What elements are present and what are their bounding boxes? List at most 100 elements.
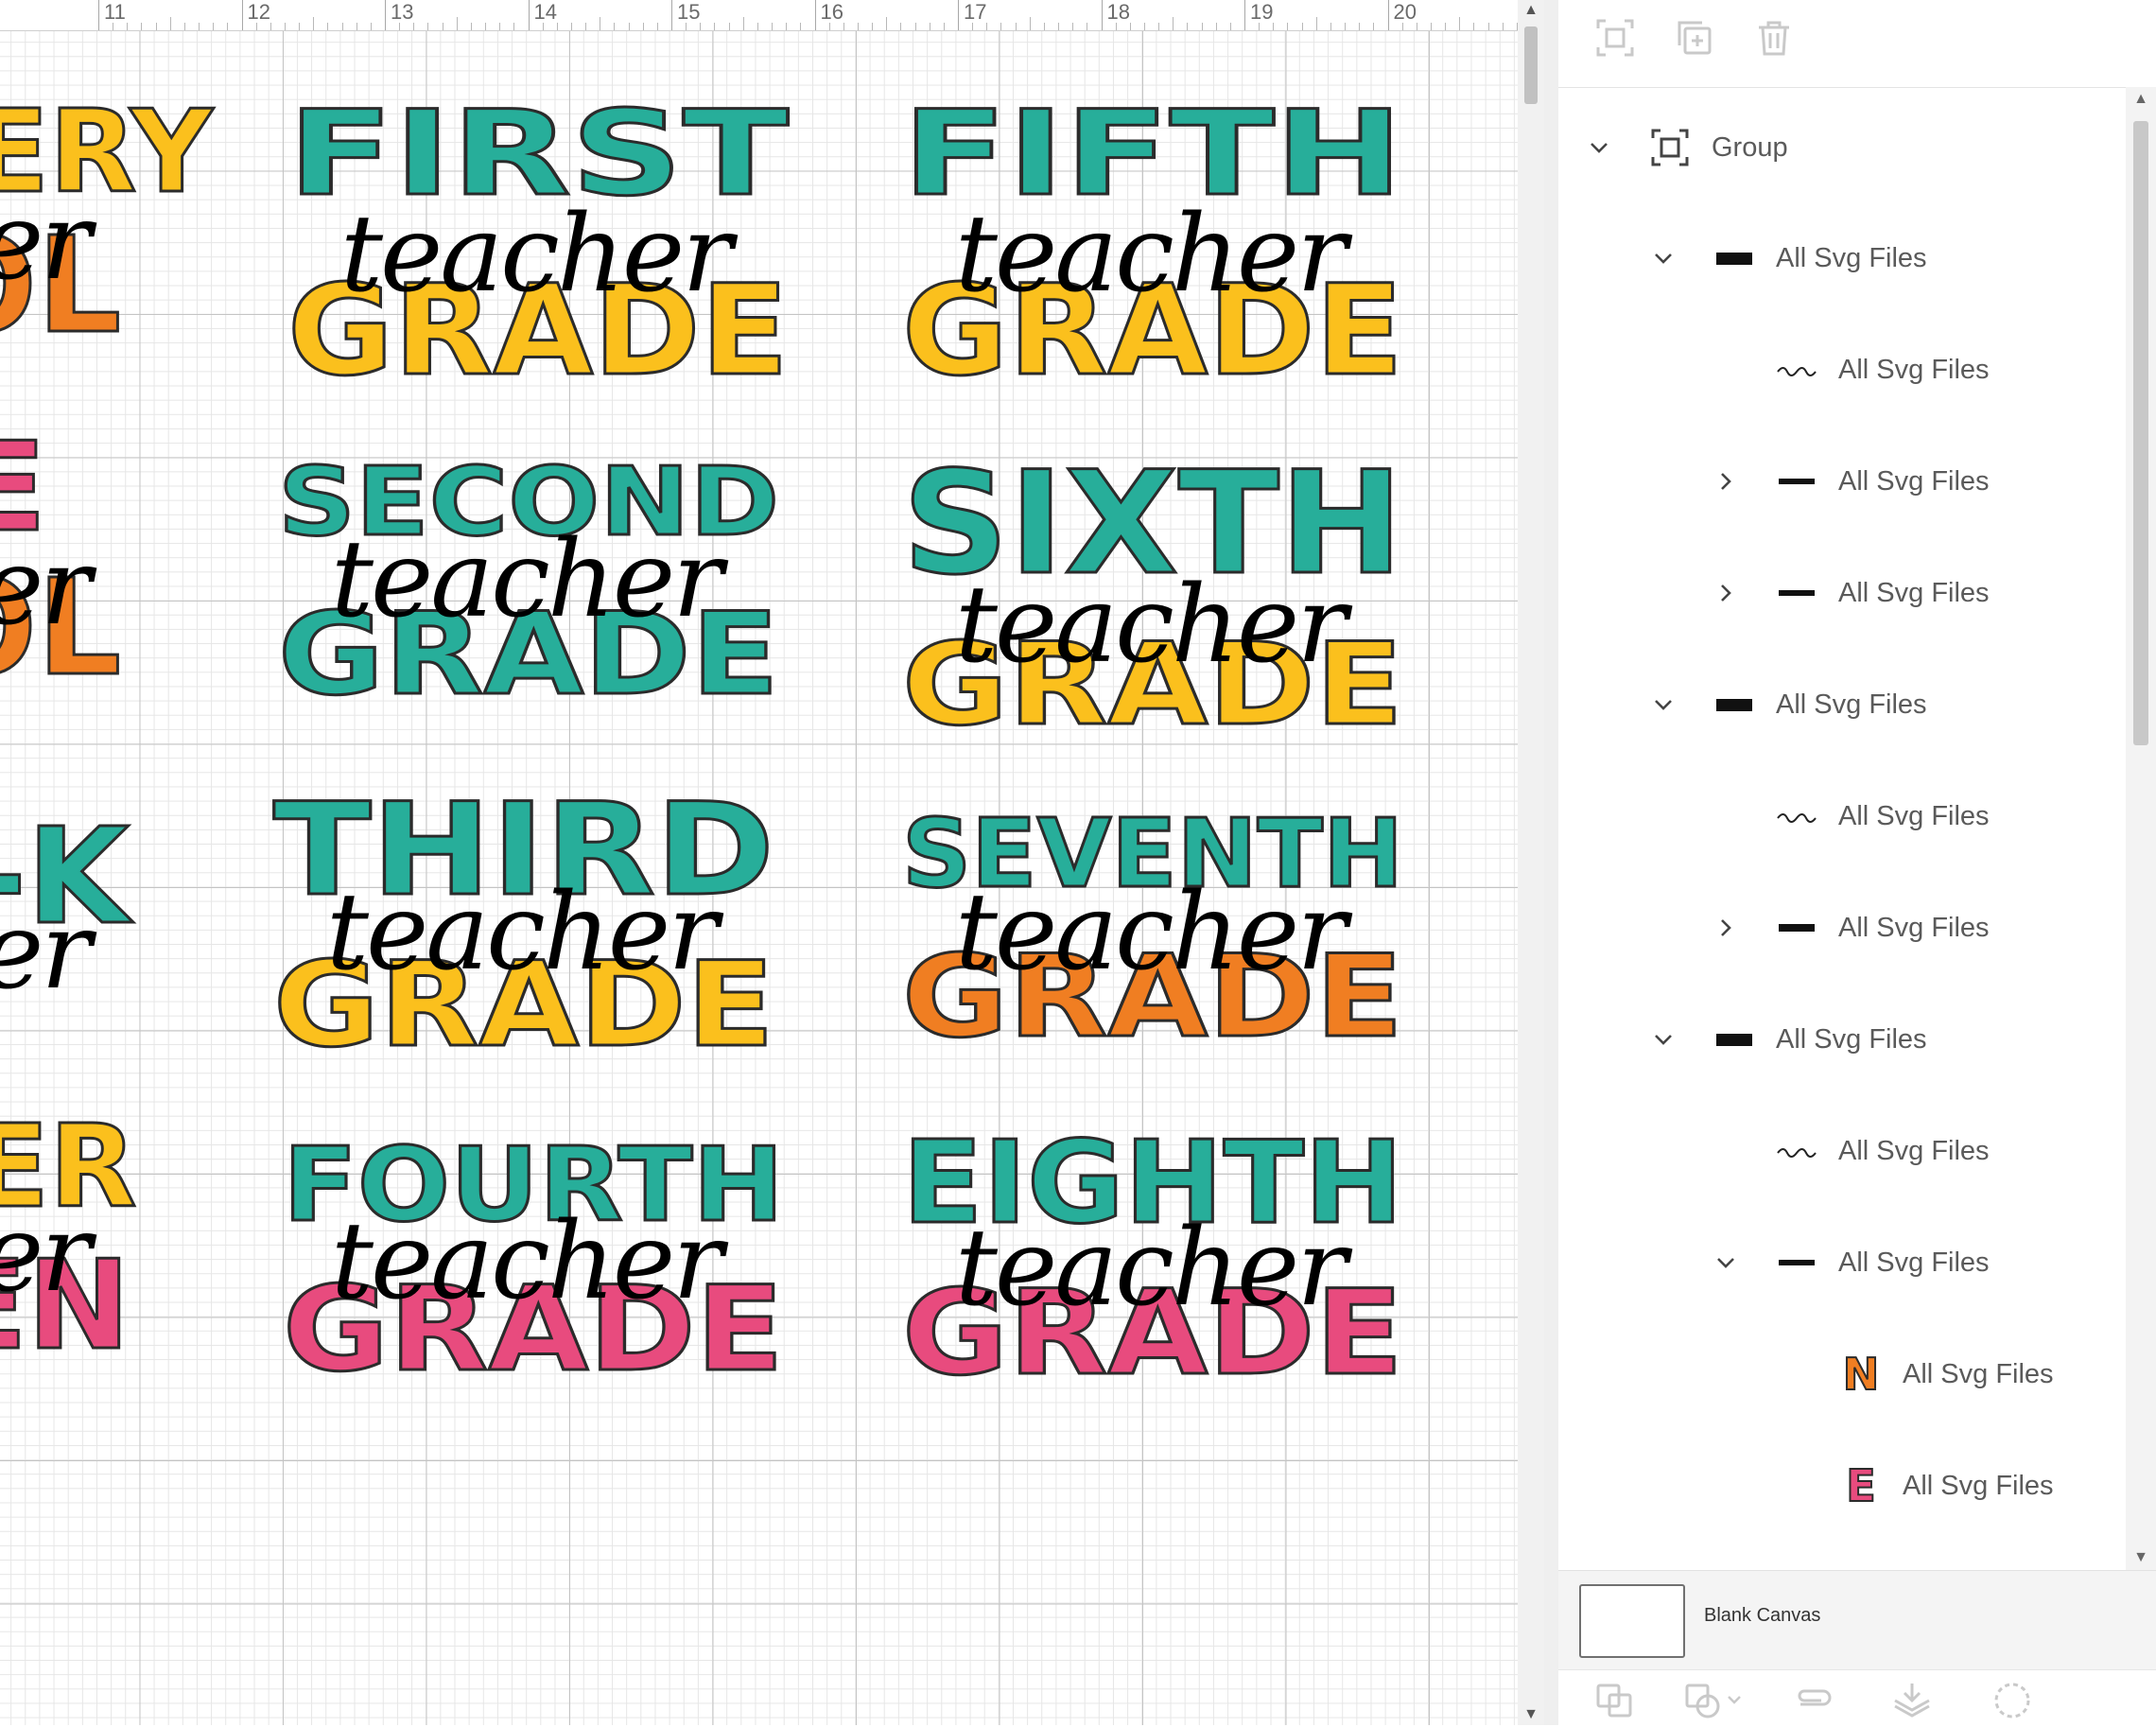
ruler-minor-tick: [1115, 23, 1117, 30]
ruler-minor-tick: [886, 17, 888, 30]
ruler-minor-tick: [1516, 23, 1518, 30]
ruler-minor-tick: [1373, 23, 1375, 30]
layer-label: All Svg Files: [1838, 1135, 1990, 1166]
ruler-minor-tick: [1043, 23, 1045, 30]
design-left-row3[interactable]: -K er: [0, 785, 189, 1088]
layer-label: All Svg Files: [1903, 1470, 2054, 1501]
layers-top-toolbar: [1558, 0, 2156, 88]
design-left-row4[interactable]: ER EN er: [0, 1097, 189, 1400]
canvas-scroll-thumb[interactable]: [1524, 26, 1538, 104]
canvas-settings-area: Blank Canvas: [1558, 1570, 2156, 1727]
letter-n-thumbnail: N: [1840, 1352, 1882, 1397]
chevron-right-icon[interactable]: [1713, 916, 1738, 940]
ruler-minor-tick: [413, 23, 415, 30]
layer-item[interactable]: All Svg Files: [1713, 341, 1990, 398]
layer-thumbnail: [1713, 693, 1755, 716]
layer-thumbnail: [1776, 358, 1817, 381]
ruler-minor-tick: [341, 23, 343, 30]
layer-item[interactable]: All Svg Files: [1713, 899, 1990, 956]
ruler-minor-tick: [313, 17, 315, 30]
ruler-minor-tick: [828, 23, 830, 30]
ruler-minor-tick: [556, 23, 558, 30]
design-fourth-grade[interactable]: FOURTH GRADE teacher: [279, 1116, 790, 1419]
chevron-down-icon[interactable]: [1713, 1250, 1738, 1275]
layer-label: All Svg Files: [1838, 1247, 1990, 1278]
layer-item[interactable]: All Svg Files: [1651, 676, 1927, 733]
layers-bottom-toolbar: [1558, 1669, 2156, 1727]
design-left-row1[interactable]: ERY OL er: [0, 76, 216, 378]
layer-item[interactable]: All Svg Files: [1651, 1011, 1927, 1068]
ruler-minor-tick: [614, 23, 616, 30]
chevron-right-icon[interactable]: [1713, 581, 1738, 605]
teacher-script: er: [0, 181, 92, 304]
layer-list: Group All Svg Files All Svg Files All Sv…: [1558, 87, 2126, 1570]
scroll-up-arrow-icon[interactable]: ▲: [2126, 91, 2156, 108]
design-sixth-grade[interactable]: SIXTH GRADE teacher: [898, 430, 1409, 753]
ruler-minor-tick: [499, 23, 501, 30]
slice-icon[interactable]: [1592, 1680, 1638, 1721]
chevron-down-icon[interactable]: [1651, 246, 1676, 270]
ruler-minor-tick: [255, 23, 257, 30]
ruler-minor-tick: [169, 17, 171, 30]
ruler-minor-tick: [843, 23, 844, 30]
duplicate-icon[interactable]: [1674, 17, 1715, 59]
chevron-down-icon[interactable]: [1587, 135, 1611, 160]
layer-item[interactable]: All Svg Files: [1713, 1234, 1990, 1291]
chevron-right-icon[interactable]: [1713, 469, 1738, 494]
layer-item[interactable]: All Svg Files: [1713, 1123, 1990, 1179]
attach-icon[interactable]: [1791, 1680, 1836, 1721]
ruler-minor-tick: [1287, 23, 1289, 30]
design-seventh-grade[interactable]: SEVENTH GRADE teacher: [898, 790, 1409, 1092]
layers-scrollbar[interactable]: ▲ ▼: [2126, 87, 2156, 1570]
flatten-icon[interactable]: [1889, 1680, 1935, 1721]
design-fifth-grade[interactable]: FIFTH GRADE teacher: [898, 80, 1409, 406]
layer-item[interactable]: E All Svg Files: [1778, 1457, 2054, 1514]
ruler-minor-tick: [1015, 23, 1017, 30]
delete-icon[interactable]: [1753, 17, 1795, 59]
layers-scroll-thumb[interactable]: [2133, 121, 2148, 745]
ruler-tick-label: 17: [964, 0, 987, 24]
ruler-tick: 11: [98, 0, 126, 30]
layer-item[interactable]: All Svg Files: [1713, 565, 1990, 621]
ruler-minor-tick: [1229, 23, 1231, 30]
design-first-grade[interactable]: FIRST GRADE teacher: [284, 80, 794, 406]
ruler-minor-tick: [1502, 23, 1504, 30]
no-chevron: [1713, 358, 1738, 382]
chevron-down-icon[interactable]: [1651, 1027, 1676, 1052]
scroll-down-arrow-icon[interactable]: ▼: [2126, 1549, 2156, 1566]
design-left-row2[interactable]: E OL er: [0, 414, 189, 728]
layer-item[interactable]: All Svg Files: [1713, 453, 1990, 510]
design-second-grade[interactable]: SECOND GRADE teacher: [274, 440, 785, 742]
canvas-vertical-scrollbar[interactable]: ▲ ▼: [1518, 0, 1544, 1725]
ruler-minor-tick: [1215, 23, 1217, 30]
group-icon[interactable]: [1594, 17, 1636, 59]
layer-thumbnail: [1776, 805, 1817, 828]
ruler-minor-tick: [700, 23, 702, 30]
ruler-minor-tick: [183, 23, 185, 30]
layer-item[interactable]: All Svg Files: [1651, 230, 1927, 287]
layer-item[interactable]: All Svg Files: [1713, 788, 1990, 845]
ruler-tick-label: 16: [820, 0, 843, 24]
scroll-down-arrow-icon[interactable]: ▼: [1518, 1706, 1544, 1723]
ruler-minor-tick: [127, 23, 129, 30]
ruler-tick: 18: [1101, 0, 1130, 30]
contour-icon[interactable]: [1990, 1680, 2035, 1721]
teacher-script: teacher: [955, 193, 1348, 316]
ruler-tick-label: 15: [677, 0, 701, 24]
design-third-grade[interactable]: THIRD GRADE teacher: [270, 766, 780, 1075]
layer-label: All Svg Files: [1838, 800, 1990, 831]
combine-icon[interactable]: [1681, 1680, 1747, 1721]
blank-canvas-swatch[interactable]: [1579, 1584, 1685, 1658]
layer-group[interactable]: Group: [1587, 119, 1788, 176]
layer-thumbnail: [1776, 1140, 1817, 1162]
design-eighth-grade[interactable]: EIGHTH GRADE teacher: [898, 1107, 1409, 1409]
scroll-up-arrow-icon[interactable]: ▲: [1518, 2, 1544, 19]
ruler-tick-label: 14: [533, 0, 557, 24]
ruler-tick: 16: [814, 0, 843, 30]
ruler-minor-tick: [1459, 17, 1461, 30]
layer-label: All Svg Files: [1776, 689, 1927, 720]
chevron-down-icon[interactable]: [1651, 692, 1676, 717]
design-canvas[interactable]: 11 12 13 14 15 16 17 18 19 20 ERY OL er E OL er -…: [0, 0, 1518, 1725]
ruler-minor-tick: [513, 23, 515, 30]
layer-item[interactable]: N All Svg Files: [1778, 1346, 2054, 1403]
